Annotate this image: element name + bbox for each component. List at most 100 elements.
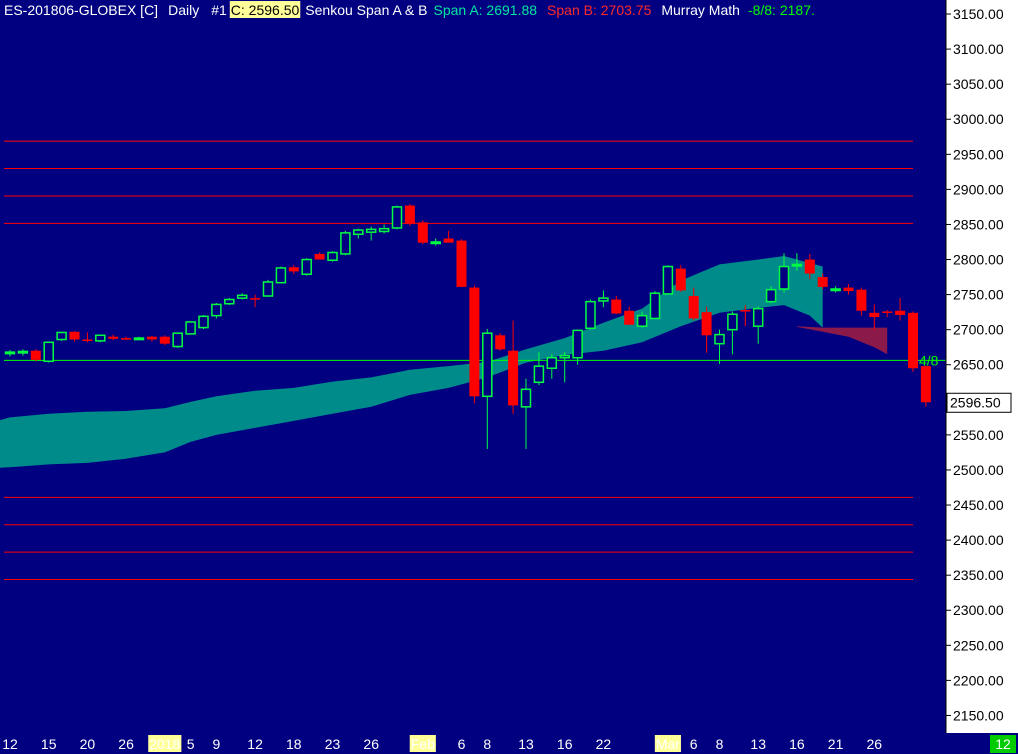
- candle-body-down: [314, 253, 325, 260]
- candle-body-down: [688, 296, 699, 319]
- candle-body-down: [417, 222, 428, 243]
- candle-body-down: [108, 336, 119, 339]
- price-tick-label: 2300.00: [953, 602, 1004, 618]
- candle-body-up: [198, 315, 209, 329]
- candle-body-down: [611, 299, 622, 314]
- price-tick-label: 2950.00: [953, 146, 1004, 162]
- candle-body-up: [224, 298, 235, 305]
- candle-body-down: [443, 238, 454, 243]
- date-label: 15: [41, 736, 57, 752]
- date-label: 6: [458, 736, 466, 752]
- date-label: 9: [213, 736, 221, 752]
- candle-body-down: [404, 205, 415, 224]
- header-instance: #1: [211, 2, 227, 18]
- candle-body-down: [146, 336, 157, 340]
- date-label: 8: [483, 736, 491, 752]
- header-murray-name: Murray Math: [661, 2, 740, 18]
- candle-body-up: [636, 314, 648, 327]
- price-tick-label: 2400.00: [953, 532, 1004, 548]
- candle-body-down: [920, 366, 931, 403]
- header-interval: Daily: [168, 2, 199, 18]
- candle-body-down: [817, 277, 828, 287]
- date-label: 6: [690, 736, 698, 752]
- header-study-name: Senkou Span A & B: [305, 2, 427, 18]
- candle-body-up: [559, 354, 570, 359]
- candle-body-up: [520, 388, 532, 408]
- date-label: 13: [518, 736, 534, 752]
- candle-body-up: [391, 206, 403, 229]
- corner-badge-label: 12: [995, 736, 1011, 752]
- date-label: 22: [596, 736, 612, 752]
- candle-body-down: [82, 339, 93, 341]
- price-tick-label: 2550.00: [953, 427, 1004, 443]
- candle-body-up: [43, 341, 54, 362]
- candle-body-down: [30, 350, 41, 360]
- date-label: 18: [286, 736, 302, 752]
- header-murray-value: -8/8: 2187.: [748, 2, 815, 18]
- price-chart[interactable]: 3150.00 3100.00 3050.00 3000.00 2950.00 2900.…: [0, 0, 1018, 754]
- candle-body-up: [830, 288, 841, 292]
- price-tick-label: 3050.00: [953, 76, 1004, 92]
- candle-body-up: [236, 294, 248, 299]
- candle-body-up: [133, 337, 145, 341]
- candle-body-down: [869, 312, 880, 318]
- price-tick-label: 3000.00: [953, 111, 1004, 127]
- candle-body-down: [843, 287, 854, 292]
- candle-body-down: [469, 287, 480, 397]
- price-tick-label: 2900.00: [953, 181, 1004, 197]
- date-label: 21: [828, 736, 844, 752]
- candle-body-up: [482, 332, 493, 398]
- candle-body-up: [275, 267, 287, 284]
- header-span-a: Span A: 2691.88: [434, 2, 538, 18]
- candle-body-up: [211, 303, 222, 317]
- date-label: 26: [118, 736, 134, 752]
- candle-body-down: [69, 331, 80, 340]
- date-label: 20: [80, 736, 96, 752]
- chart-header: ES-201806-GLOBEX [C] Daily #1 C: 2596.50…: [4, 1, 815, 18]
- price-tick-label: 2750.00: [953, 287, 1004, 303]
- price-tick-label: 2500.00: [953, 462, 1004, 478]
- candle-body-down: [456, 240, 467, 287]
- candle-body-up: [4, 351, 16, 355]
- candle-body-up: [546, 356, 558, 370]
- date-label: 16: [789, 736, 805, 752]
- candle-body-up: [533, 365, 545, 384]
- candle-body-up: [340, 232, 351, 255]
- candle-body-up: [572, 329, 583, 359]
- candle-body-down: [895, 310, 906, 315]
- candle-body-down: [675, 268, 686, 291]
- candle-body-up: [791, 263, 803, 267]
- header-symbol: ES-201806-GLOBEX [C]: [4, 2, 158, 18]
- last-price-label: 2596.50: [950, 394, 1001, 410]
- candle-body-down: [288, 267, 299, 272]
- price-tick-label: 2250.00: [953, 637, 1004, 653]
- candle-body-down: [250, 298, 261, 300]
- candle-body-up: [585, 300, 596, 330]
- candle-body-up: [430, 241, 441, 245]
- candle-body-down: [121, 338, 132, 340]
- price-tick-label: 2700.00: [953, 322, 1004, 338]
- price-axis: 3150.00 3100.00 3050.00 3000.00 2950.00 2900.…: [946, 6, 1004, 723]
- date-label: 5: [187, 736, 195, 752]
- date-label: Mar: [656, 736, 680, 752]
- candle-body-down: [624, 310, 635, 325]
- date-label: 26: [363, 736, 379, 752]
- candle-body-up: [662, 265, 674, 295]
- candle-body-up: [17, 350, 29, 354]
- midline-label: 4/8: [919, 352, 939, 368]
- candle-body-up: [727, 313, 738, 331]
- price-tick-label: 2350.00: [953, 567, 1004, 583]
- date-label: 23: [325, 736, 341, 752]
- price-tick-label: 2200.00: [953, 672, 1004, 688]
- last-price-marker: 2596.50: [946, 392, 1012, 413]
- price-tick-label: 2450.00: [953, 497, 1004, 513]
- candle-body-down: [508, 350, 519, 406]
- price-tick-label: 3150.00: [953, 6, 1004, 22]
- candle-body-up: [301, 258, 312, 276]
- date-label: 2018: [149, 736, 180, 752]
- candle-body-up: [327, 251, 338, 261]
- candle-body-up: [714, 333, 725, 345]
- header-close-value: C: 2596.50: [231, 2, 300, 18]
- candle-body-up: [172, 332, 183, 348]
- candle-body-up: [262, 281, 274, 297]
